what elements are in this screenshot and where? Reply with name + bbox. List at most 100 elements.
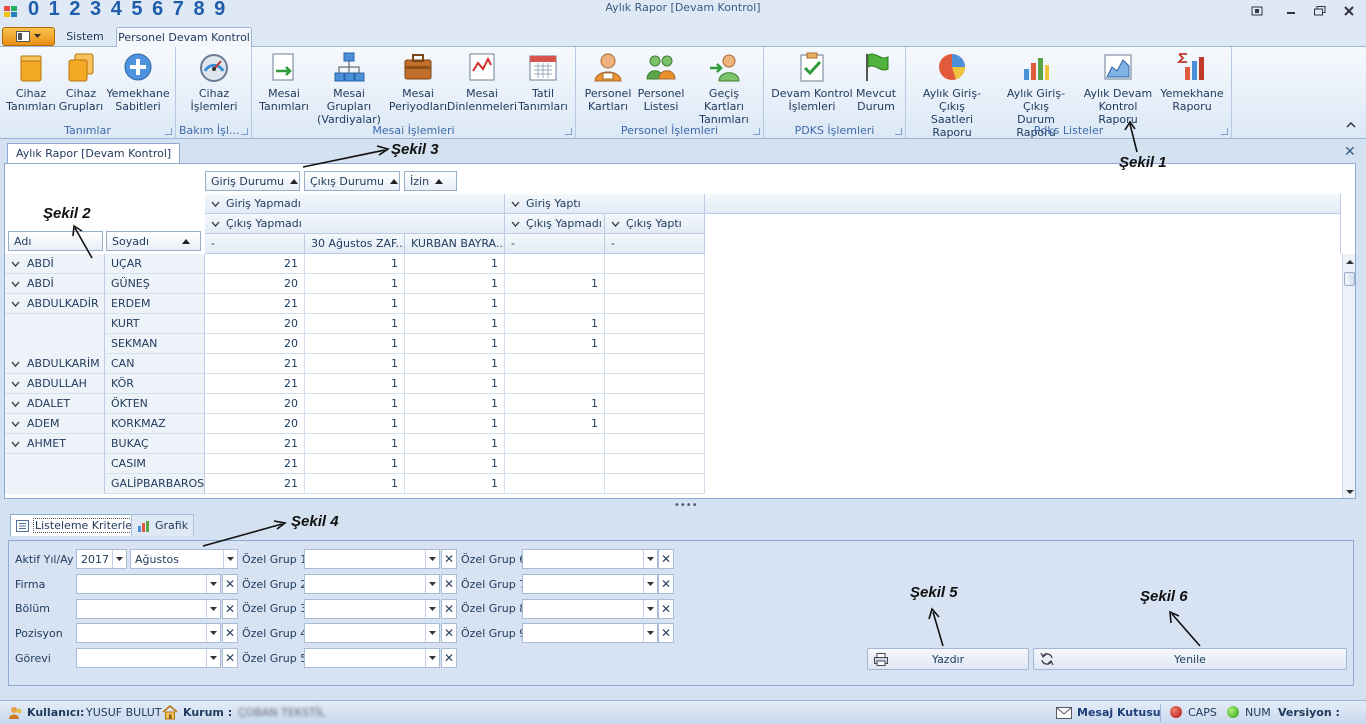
chevron-down-icon[interactable]: [11, 281, 20, 287]
pivot-cell[interactable]: 21: [205, 454, 305, 474]
pivot-cell[interactable]: 1: [305, 294, 405, 314]
cihaz-islemleri-button[interactable]: Cihaz İşlemleri: [184, 51, 244, 113]
pivot-cell[interactable]: 1: [305, 314, 405, 334]
chevron-down-icon[interactable]: [11, 441, 20, 447]
row-header-adi[interactable]: AHMET: [5, 434, 105, 454]
document-tab[interactable]: Aylık Rapor [Devam Kontrol]: [7, 143, 181, 164]
pivot-cell[interactable]: 1: [505, 414, 605, 434]
dropdown-arrow-icon[interactable]: [112, 550, 126, 568]
pivot-cell[interactable]: 1: [305, 474, 405, 494]
year-select[interactable]: 2017: [76, 549, 127, 569]
pivot-cell[interactable]: 1: [305, 394, 405, 414]
row-header-soyadi[interactable]: BUKAÇ: [105, 434, 205, 454]
col-header-dash[interactable]: -: [205, 234, 305, 254]
pivot-cell[interactable]: 21: [205, 474, 305, 494]
dropdown-arrow-icon[interactable]: [206, 575, 220, 593]
row-header-adi[interactable]: ABDİ: [5, 274, 105, 294]
pivot-cell[interactable]: 1: [305, 274, 405, 294]
scroll-up-icon[interactable]: [1343, 256, 1356, 268]
pivot-cell[interactable]: 20: [205, 314, 305, 334]
pivot-cell[interactable]: 1: [305, 434, 405, 454]
pivot-cell[interactable]: 1: [305, 354, 405, 374]
col-header-30-agustos[interactable]: 30 Ağustos ZAF...: [305, 234, 405, 254]
pivot-cell[interactable]: [605, 474, 705, 494]
ozel-grup-3-select[interactable]: [304, 599, 440, 619]
row-header-soyadi[interactable]: CAN: [105, 354, 205, 374]
row-header-adi[interactable]: ABDULKARİM: [5, 354, 105, 374]
pivot-cell[interactable]: [605, 334, 705, 354]
clear-ozel-grup-5-icon[interactable]: ✕: [441, 648, 457, 668]
pivot-cell[interactable]: [505, 354, 605, 374]
pivot-cell[interactable]: 1: [405, 354, 505, 374]
maximize-icon[interactable]: [1311, 4, 1329, 18]
chevron-down-icon[interactable]: [11, 361, 20, 367]
app-menu-button[interactable]: [2, 27, 55, 46]
filter-field-izin[interactable]: İzin: [404, 171, 457, 191]
row-header-soyadi[interactable]: UÇAR: [105, 254, 205, 274]
gecis-kartlari-button[interactable]: Geçiş Kartları Tanımları: [688, 51, 760, 126]
restore-layout-icon[interactable]: [1248, 4, 1266, 18]
yemekhane-sabitleri-button[interactable]: Yemekhane Sabitleri: [106, 51, 170, 113]
pivot-cell[interactable]: 21: [205, 254, 305, 274]
ozel-grup-6-select[interactable]: [522, 549, 658, 569]
dropdown-arrow-icon[interactable]: [206, 624, 220, 642]
clear-firma-icon[interactable]: ✕: [222, 574, 238, 594]
clear-ozel-grup-7-icon[interactable]: ✕: [658, 574, 674, 594]
pivot-cell[interactable]: [505, 294, 605, 314]
scroll-down-icon[interactable]: [1343, 486, 1356, 498]
chevron-down-icon[interactable]: [11, 381, 20, 387]
dropdown-arrow-icon[interactable]: [643, 550, 657, 568]
dropdown-arrow-icon[interactable]: [643, 624, 657, 642]
mesai-periyodlari-button[interactable]: Mesai Periyodları: [389, 51, 447, 113]
row-header-adi[interactable]: ABDULKADİR: [5, 294, 105, 314]
pivot-cell[interactable]: [605, 254, 705, 274]
col-header-giris-yapmadi[interactable]: Giriş Yapmadı: [205, 194, 505, 214]
pivot-cell[interactable]: 1: [305, 374, 405, 394]
col-header-kurban[interactable]: KURBAN BAYRA...: [405, 234, 505, 254]
month-select[interactable]: Ağustos: [130, 549, 238, 569]
mesai-dinlenmeleri-button[interactable]: Mesai Dinlenmeleri: [447, 51, 517, 113]
tab-personel-devam-kontrol[interactable]: Personel Devam Kontrol: [116, 27, 252, 47]
row-header-adi[interactable]: ADALET: [5, 394, 105, 414]
pivot-cell[interactable]: 1: [505, 394, 605, 414]
pivot-cell[interactable]: 21: [205, 374, 305, 394]
mevcut-durum-button[interactable]: Mevcut Durum: [854, 51, 898, 113]
dropdown-arrow-icon[interactable]: [223, 550, 237, 568]
row-field-adi[interactable]: Adı: [8, 231, 103, 251]
vertical-scrollbar[interactable]: [1342, 254, 1356, 498]
pivot-cell[interactable]: [505, 374, 605, 394]
splitter-handle[interactable]: ••••: [674, 500, 698, 511]
chevron-down-icon[interactable]: [11, 401, 20, 407]
pivot-cell[interactable]: [605, 434, 705, 454]
mail-icon[interactable]: [1056, 707, 1072, 719]
row-header-adi[interactable]: ABDULLAH: [5, 374, 105, 394]
collapse-ribbon-icon[interactable]: [1346, 121, 1356, 128]
pivot-cell[interactable]: 1: [305, 414, 405, 434]
refresh-button[interactable]: Yenile: [1033, 648, 1347, 670]
devam-kontrol-islemleri-button[interactable]: Devam Kontrol İşlemleri: [770, 51, 854, 113]
pivot-cell[interactable]: [605, 394, 705, 414]
pivot-cell[interactable]: 21: [205, 294, 305, 314]
scrollbar-thumb[interactable]: [1344, 272, 1355, 286]
personel-kartlari-button[interactable]: Personel Kartları: [582, 51, 634, 113]
close-document-icon[interactable]: ✕: [1344, 144, 1356, 160]
pivot-cell[interactable]: 20: [205, 334, 305, 354]
group-launcher-icon[interactable]: [1221, 128, 1228, 135]
pivot-cell[interactable]: 1: [405, 414, 505, 434]
gorevi-select[interactable]: [76, 648, 221, 668]
devam-kontrol-raporu-button[interactable]: Aylık Devam Kontrol Raporu: [1078, 51, 1158, 126]
pivot-cell[interactable]: [605, 414, 705, 434]
dropdown-arrow-icon[interactable]: [206, 649, 220, 667]
pivot-cell[interactable]: 20: [205, 394, 305, 414]
filter-field-giris-durumu[interactable]: Giriş Durumu: [205, 171, 300, 191]
pivot-cell[interactable]: [505, 454, 605, 474]
pivot-cell[interactable]: 1: [405, 394, 505, 414]
firma-select[interactable]: [76, 574, 221, 594]
bolum-select[interactable]: [76, 599, 221, 619]
ozel-grup-9-select[interactable]: [522, 623, 658, 643]
pivot-cell[interactable]: [505, 434, 605, 454]
mesai-tanimlari-button[interactable]: Mesai Tanımları: [258, 51, 310, 113]
pivot-cell[interactable]: [605, 374, 705, 394]
pivot-cell[interactable]: 1: [405, 314, 505, 334]
row-header-adi[interactable]: ADEM: [5, 414, 105, 434]
